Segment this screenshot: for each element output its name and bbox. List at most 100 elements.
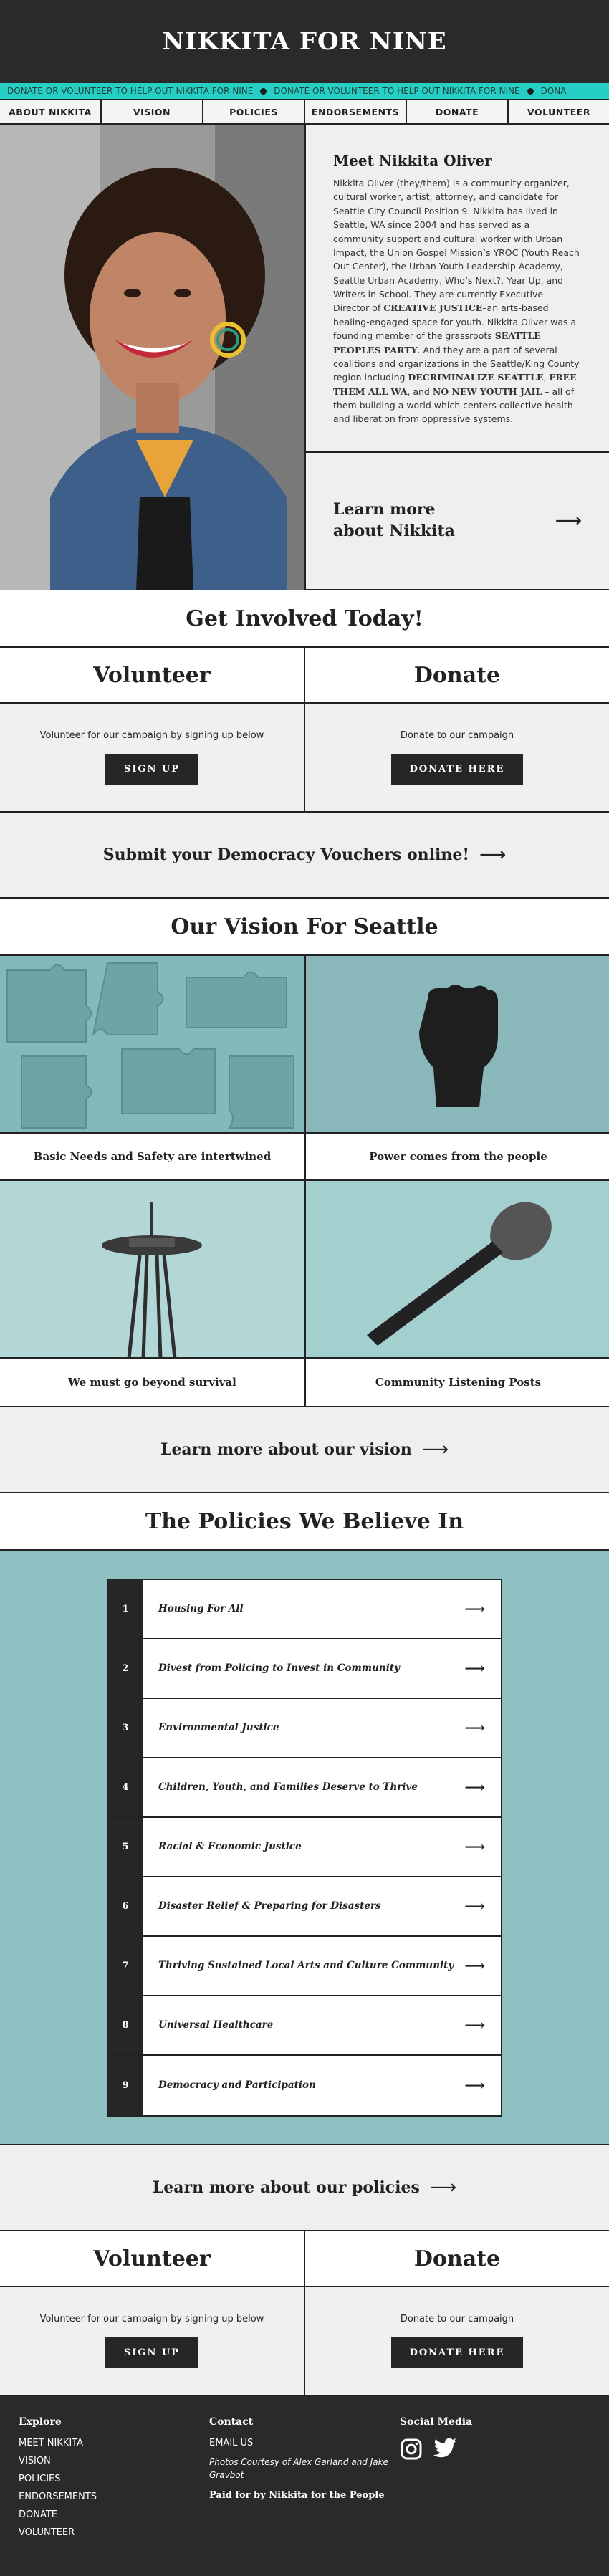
social-title: Social Media [400,2416,473,2428]
vision-caption-2: Power comes from the people [306,1134,609,1181]
ticker-text-3: DONA [540,86,567,96]
democracy-vouchers-link[interactable]: Submit your Democracy Vouchers online! ⟶ [0,813,609,899]
arrow-right-icon: ⟶ [479,844,507,866]
meet-section: Meet Nikkita Oliver Nikkita Oliver (they… [0,125,609,590]
nav-endorsements[interactable]: ENDORSEMENTS [305,100,407,123]
arrow-right-icon: ⟶ [464,1660,485,1677]
policy-label: Disaster Relief & Preparing for Disaster… [158,1900,381,1912]
vision-card[interactable]: Basic Needs and Safety are intertwined [0,956,306,1181]
twitter-icon[interactable] [433,2438,457,2464]
volunteer-title: Volunteer [93,2246,211,2271]
policy-row[interactable]: 2 Divest from Policing to Invest in Commu… [108,1639,501,1699]
volunteer-title: Volunteer [93,662,211,688]
footer-link-meet[interactable]: MEET NIKKITA [19,2438,209,2448]
puzzle-image [0,956,304,1134]
donate-text: Donate to our campaign [400,2314,514,2324]
donate-card: Donate Donate to our campaign DONATE HER… [304,2231,609,2395]
policy-label: Children, Youth, and Families Deserve to… [158,1781,418,1793]
arrow-right-icon: ⟶ [464,2016,485,2034]
email-us-link[interactable]: EMAIL US [209,2438,400,2448]
main-nav: ABOUT NIKKITA VISION POLICIES ENDORSEMEN… [0,99,609,125]
bio-column: Meet Nikkita Oliver Nikkita Oliver (they… [304,125,609,589]
volunteer-card: Volunteer Volunteer for our campaign by … [0,2231,304,2395]
learn-more-policies-link[interactable]: Learn more about our policies ⟶ [0,2145,609,2231]
arrow-right-icon: ⟶ [555,510,582,532]
sign-up-button[interactable]: SIGN UP [105,2337,199,2368]
donate-here-button[interactable]: DONATE HERE [390,754,524,785]
policy-row[interactable]: 7 Thriving Sustained Local Arts and Cultu… [108,1936,501,1996]
policy-label: Housing For All [158,1603,244,1614]
policy-list: 1 Housing For All ⟶ 2 Divest from Policing … [107,1578,502,2117]
policy-row[interactable]: 6 Disaster Relief & Preparing for Disaste… [108,1877,501,1937]
vision-grid: Basic Needs and Safety are intertwined P… [0,956,609,1407]
ticker-bar[interactable]: DONATE OR VOLUNTEER TO HELP OUT NIKKITA … [0,83,609,99]
get-involved-title: Get Involved Today! [186,605,423,631]
vision-caption-1: Basic Needs and Safety are intertwined [0,1134,304,1181]
policy-row[interactable]: 3 Environmental Justice ⟶ [108,1698,501,1758]
sign-up-button[interactable]: SIGN UP [105,754,199,785]
policies-title: The Policies We Believe In [145,1508,464,1534]
policy-row[interactable]: 4 Children, Youth, and Families Deserve t… [108,1758,501,1818]
footer-link-endorsements[interactable]: ENDORSEMENTS [19,2491,209,2502]
site-header: NIKKITA FOR NINE [0,0,609,83]
policies-title-bar: The Policies We Believe In [0,1493,609,1551]
footer-link-volunteer[interactable]: VOLUNTEER [19,2527,209,2538]
nav-donate[interactable]: DONATE [407,100,509,123]
creative-justice-link[interactable]: CREATIVE JUSTICE [383,302,482,313]
site-title[interactable]: NIKKITA FOR NINE [162,27,446,56]
policy-row[interactable]: 8 Universal Healthcare ⟶ [108,1996,501,2056]
arrow-right-icon: ⟶ [464,1719,485,1736]
learn-more-policies-label: Learn more about our policies [152,2178,420,2197]
footer-link-policies[interactable]: POLICIES [19,2474,209,2484]
microphone-image [306,1181,609,1359]
footer-social: Social Media [400,2416,590,2556]
vision-card[interactable]: Community Listening Posts [306,1181,609,1406]
volunteer-text: Volunteer for our campaign by signing up… [39,730,264,741]
no-new-youth-jail-link[interactable]: NO NEW YOUTH JAIL [433,386,542,397]
footer-link-vision[interactable]: VISION [19,2456,209,2466]
raised-fist-image [306,956,609,1134]
vision-card[interactable]: We must go beyond survival [0,1181,306,1406]
nav-policies[interactable]: POLICIES [203,100,305,123]
arrow-right-icon: ⟶ [421,1439,449,1460]
arrow-right-icon: ⟶ [464,2077,485,2094]
candidate-photo [0,125,304,590]
donate-card: Donate Donate to our campaign DONATE HER… [304,648,609,811]
vision-card[interactable]: Power comes from the people [306,956,609,1181]
donate-here-button[interactable]: DONATE HERE [390,2337,524,2368]
learn-more-nikkita-link[interactable]: Learn more about Nikkita ⟶ [306,453,609,589]
learn-more-vision-label: Learn more about our vision [160,1440,412,1459]
policy-row[interactable]: 9 Democracy and Participation ⟶ [108,2055,501,2115]
vision-title: Our Vision For Seattle [171,914,438,939]
learn-more-vision-link[interactable]: Learn more about our vision ⟶ [0,1407,609,1493]
arrow-right-icon: ⟶ [464,1897,485,1915]
volunteer-card: Volunteer Volunteer for our campaign by … [0,648,304,811]
nav-vision[interactable]: VISION [102,100,203,123]
decriminalize-seattle-link[interactable]: DECRIMINALIZE SEATTLE [408,372,543,383]
nav-volunteer[interactable]: VOLUNTEER [509,100,609,123]
vouchers-label: Submit your Democracy Vouchers online! [102,846,470,864]
nav-about[interactable]: ABOUT NIKKITA [0,100,102,123]
bio-part-5: , and [407,386,433,397]
policy-row[interactable]: 1 Housing For All ⟶ [108,1579,501,1639]
arrow-right-icon: ⟶ [464,1838,485,1855]
instagram-icon[interactable] [400,2438,423,2464]
footer-link-donate[interactable]: DONATE [19,2509,209,2520]
site-footer: Explore MEET NIKKITA VISION POLICIES END… [0,2396,609,2576]
ticker-text: DONATE OR VOLUNTEER TO HELP OUT NIKKITA … [7,86,254,96]
policy-label: Divest from Policing to Invest in Commun… [158,1662,400,1674]
arrow-right-icon: ⟶ [464,1957,485,1974]
paid-for-by: Paid for by Nikkita for the People [209,2490,385,2501]
footer-contact: Contact EMAIL US Photos Courtesy of Alex… [209,2416,400,2556]
donate-title: Donate [413,2246,501,2271]
bio-block: Meet Nikkita Oliver Nikkita Oliver (they… [306,125,609,453]
dot-icon [260,87,267,95]
learn-more-nikkita-label: Learn more about Nikkita [333,500,455,540]
cta-section-1: Volunteer Volunteer for our campaign by … [0,648,609,813]
policy-label: Thriving Sustained Local Arts and Cultur… [158,1960,454,1971]
policy-label: Environmental Justice [158,1722,279,1733]
vision-caption-4: Community Listening Posts [306,1359,609,1406]
policy-label: Democracy and Participation [158,2079,316,2091]
policy-row[interactable]: 5 Racial & Economic Justice ⟶ [108,1817,501,1877]
donate-text: Donate to our campaign [400,730,514,741]
